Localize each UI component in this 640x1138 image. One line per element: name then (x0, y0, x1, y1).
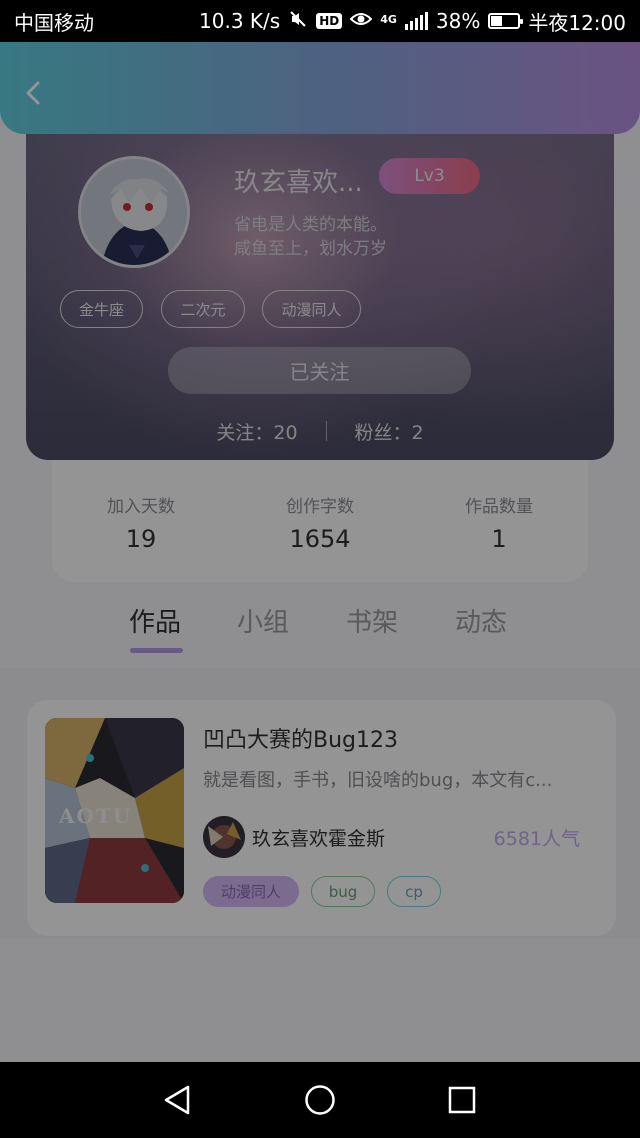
work-tag[interactable]: 动漫同人 (203, 876, 299, 907)
profile-tag[interactable]: 动漫同人 (262, 290, 361, 328)
square-recent-icon (448, 1086, 476, 1114)
popularity-count: 6581人气 (493, 828, 580, 850)
avatar[interactable] (78, 156, 190, 268)
bio-line-1: 省电是人类的本能。 (234, 215, 387, 235)
system-nav-bar (0, 1062, 640, 1138)
status-bar: 中国移动 10.3 K/s HD 4G 38% 半夜12:00 (0, 0, 640, 42)
chevron-left-icon (26, 81, 40, 105)
carrier-label: 中国移动 (14, 10, 94, 35)
mute-icon (288, 9, 308, 34)
cover-title: AOTU (58, 804, 132, 828)
stat-divider (325, 421, 327, 441)
work-description: 就是看图，手书，旧设啥的bug，本文有c... (203, 770, 553, 791)
profile-tag[interactable]: 金牛座 (60, 290, 143, 328)
network-type: 4G (380, 12, 397, 26)
nav-back-button[interactable] (160, 1082, 196, 1118)
following-count[interactable]: 关注：20 (216, 418, 297, 445)
tab-works[interactable]: 作品 (129, 602, 181, 639)
stat-word-count: 创作字数 1654 (231, 492, 409, 553)
stats-card: 加入天数 19 创作字数 1654 作品数量 1 (52, 440, 588, 582)
hd-badge: HD (316, 13, 343, 29)
bio-line-2: 咸鱼至上，划水万岁 (234, 239, 387, 259)
battery-icon (488, 13, 524, 29)
works-list: AOTU 凹凸大赛的Bug123 就是看图，手书，旧设啥的bug，本文有c...… (0, 668, 640, 938)
content-tabs: 作品 小组 书架 动态 (0, 598, 640, 658)
signal-icon (404, 12, 428, 30)
follow-button[interactable]: 已关注 (168, 347, 471, 394)
circle-home-icon (305, 1085, 335, 1115)
tab-activity[interactable]: 动态 (455, 602, 507, 639)
level-badge: Lv3 (379, 158, 480, 194)
author-avatar[interactable] (203, 816, 245, 858)
tab-groups[interactable]: 小组 (237, 602, 289, 639)
back-button[interactable] (18, 78, 48, 108)
battery-percent: 38% (435, 9, 481, 33)
work-tag[interactable]: cp (387, 876, 441, 907)
nav-recent-button[interactable] (444, 1082, 480, 1118)
status-icons: 10.3 K/s HD 4G 38% 半夜12:00 (199, 7, 626, 36)
stat-value: 1 (491, 525, 507, 553)
tab-bookshelf[interactable]: 书架 (346, 602, 398, 639)
clock: 半夜12:00 (528, 10, 626, 35)
eye-comfort-icon (349, 11, 373, 32)
follow-stats: 关注：20 粉丝：2 (26, 416, 614, 446)
stat-value: 1654 (289, 525, 351, 553)
work-title[interactable]: 凹凸大赛的Bug123 (203, 722, 398, 754)
profile-header (0, 42, 640, 134)
stat-join-days: 加入天数 19 (52, 492, 230, 553)
stat-work-count: 作品数量 1 (410, 492, 588, 553)
stat-label: 作品数量 (465, 497, 533, 517)
work-cover[interactable]: AOTU (45, 718, 184, 903)
fans-count[interactable]: 粉丝：2 (355, 418, 424, 445)
profile-tag[interactable]: 二次元 (161, 290, 245, 328)
stat-label: 加入天数 (107, 497, 175, 517)
profile-card: 玖玄喜欢... Lv3 省电是人类的本能。 咸鱼至上，划水万岁 金牛座 二次元 … (26, 110, 614, 460)
network-speed: 10.3 K/s (199, 9, 281, 33)
tab-indicator (130, 648, 183, 653)
stat-value: 19 (125, 525, 157, 553)
profile-name: 玖玄喜欢... (234, 168, 363, 198)
author-name[interactable]: 玖玄喜欢霍金斯 (252, 824, 385, 851)
work-tag[interactable]: bug (311, 876, 375, 907)
work-card[interactable]: AOTU 凹凸大赛的Bug123 就是看图，手书，旧设啥的bug，本文有c...… (27, 700, 616, 936)
nav-home-button[interactable] (302, 1082, 338, 1118)
triangle-back-icon (164, 1085, 190, 1115)
stat-label: 创作字数 (286, 497, 354, 517)
